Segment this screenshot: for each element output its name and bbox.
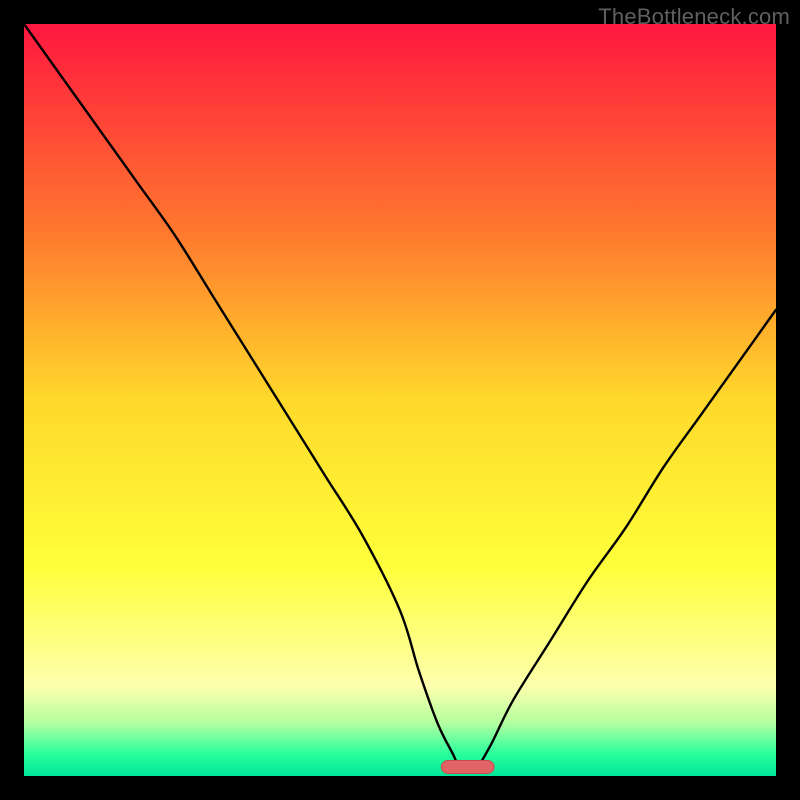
plot-area (24, 24, 776, 776)
chart-frame: TheBottleneck.com (0, 0, 800, 800)
gradient-rect (24, 24, 776, 776)
gradient-background (24, 24, 776, 776)
watermark-text: TheBottleneck.com (598, 4, 790, 30)
